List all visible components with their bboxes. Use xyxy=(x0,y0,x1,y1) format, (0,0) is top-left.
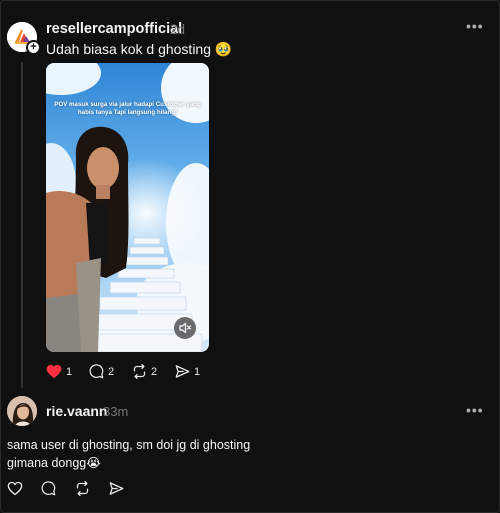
post-timestamp: 2d xyxy=(170,22,186,37)
thread-connector xyxy=(21,62,23,388)
send-icon xyxy=(175,365,190,378)
author-avatar[interactable]: + xyxy=(7,22,41,55)
reply-text-line: gimana dongg😭 xyxy=(7,456,101,470)
follow-plus-icon[interactable]: + xyxy=(26,40,41,55)
reply-text: sama user di ghosting, sm doi jg di ghos… xyxy=(7,436,307,472)
speaker-muted-icon[interactable] xyxy=(174,317,196,339)
comment-icon xyxy=(89,364,104,379)
reply-count: 2 xyxy=(108,365,115,378)
reply-timestamp: 33m xyxy=(103,404,129,419)
like-count: 1 xyxy=(66,365,73,378)
profile-photo xyxy=(7,396,37,426)
reply-button[interactable]: 2 xyxy=(89,364,114,379)
repost-button[interactable]: 2 xyxy=(132,364,157,379)
video-overlay-caption: POV masuk surga via jalur hadapi Custome… xyxy=(54,101,201,116)
reply-author-username[interactable]: rie.vaann xyxy=(46,403,107,419)
reply-like-button[interactable] xyxy=(7,481,23,496)
reply-more-options-icon[interactable]: ••• xyxy=(466,402,484,418)
heart-icon xyxy=(46,364,62,379)
reply-share-button[interactable] xyxy=(109,481,124,496)
send-icon xyxy=(109,482,124,495)
repost-icon xyxy=(133,364,146,379)
reply-repost-button[interactable] xyxy=(75,481,90,496)
reply-text-line: sama user di ghosting, sm doi jg di ghos… xyxy=(7,438,251,452)
reply-author-avatar[interactable] xyxy=(7,396,37,426)
post-video[interactable]: POV masuk surga via jalur hadapi Custome… xyxy=(46,63,209,352)
repost-count: 2 xyxy=(151,365,158,378)
repost-icon xyxy=(76,481,89,496)
share-button[interactable]: 1 xyxy=(175,364,200,379)
share-count: 1 xyxy=(194,365,201,378)
like-button[interactable]: 1 xyxy=(46,364,72,379)
author-username[interactable]: resellercampofficial xyxy=(46,21,182,37)
heart-icon xyxy=(7,481,23,496)
comment-icon xyxy=(41,481,56,496)
reply-comment-button[interactable] xyxy=(41,481,56,496)
more-options-icon[interactable]: ••• xyxy=(466,18,484,34)
post-caption: Udah biasa kok d ghosting 🥹 xyxy=(46,41,233,57)
